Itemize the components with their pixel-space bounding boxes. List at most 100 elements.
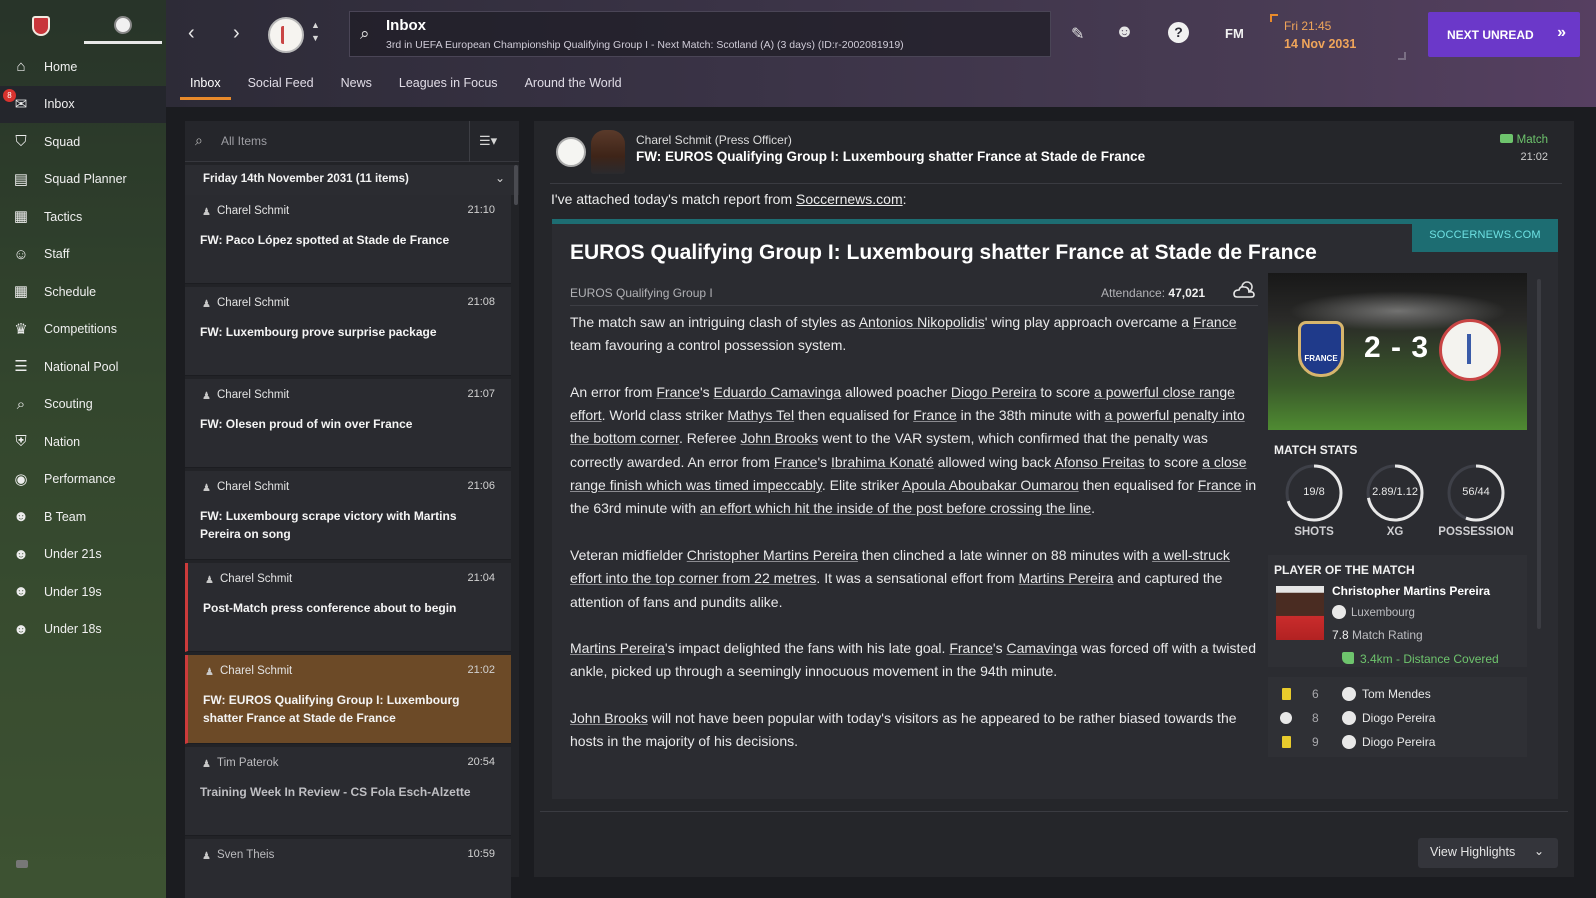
sidebar-item-under-18s[interactable]: ☻ Under 18s	[0, 611, 166, 649]
sidebar-item-nation[interactable]: ⛨ Nation	[0, 423, 166, 461]
player-link[interactable]: Christopher Martins Pereira	[687, 547, 858, 563]
tab-news[interactable]: News	[331, 72, 382, 100]
sidebar-item-under-21s[interactable]: ☻ Under 21s	[0, 536, 166, 574]
inbox-group-header[interactable]: Friday 14th November 2031 (11 items) ⌄	[185, 165, 519, 195]
highlight-link[interactable]: a well-struck effort into the top corner…	[570, 547, 1230, 586]
sidebar-item-under-19s[interactable]: ☻ Under 19s	[0, 573, 166, 611]
team-link[interactable]: France	[774, 454, 818, 470]
inbox-message[interactable]: ♟ Sven Theis 10:59	[185, 839, 511, 898]
event-player[interactable]: Diogo Pereira	[1362, 711, 1435, 725]
club-crest-icon	[1332, 605, 1346, 619]
collapse-icon[interactable]	[16, 860, 28, 868]
team-link[interactable]: France	[1198, 477, 1242, 493]
football-icon[interactable]	[114, 16, 132, 34]
team-link[interactable]: France	[1193, 314, 1237, 330]
player-link[interactable]: Martins Pereira	[570, 640, 665, 656]
highlight-link[interactable]: a powerful penalty into the bottom corne…	[570, 407, 1245, 446]
message-sender: Charel Schmit	[220, 573, 293, 585]
event-player[interactable]: Diogo Pereira	[1362, 735, 1435, 749]
referee-link[interactable]: John Brooks	[740, 430, 818, 446]
inbox-message[interactable]: ♟ Charel Schmit 21:07 FW: Olesen proud of w…	[185, 379, 511, 468]
player-portrait[interactable]	[1276, 586, 1324, 640]
manager-avatar-icon[interactable]: ☻	[1115, 21, 1134, 42]
forward-arrow-icon[interactable]: ›	[233, 22, 240, 45]
search-icon[interactable]: ⌕	[360, 24, 370, 44]
sidebar-item-staff[interactable]: ☺ Staff	[0, 236, 166, 274]
chevron-down-icon[interactable]: ⌄	[495, 171, 505, 185]
sidebar-item-tactics[interactable]: ▦ Tactics	[0, 198, 166, 236]
source-link[interactable]: Soccernews.com	[796, 191, 903, 207]
message-sender[interactable]: Charel Schmit (Press Officer)	[636, 133, 792, 147]
tab-inbox[interactable]: Inbox	[180, 72, 231, 100]
player-link[interactable]: Camavinga	[1006, 640, 1077, 656]
unread-count-badge: 8	[3, 88, 16, 102]
inbox-message[interactable]: ♟ Charel Schmit 21:06 FW: Luxembourg scrape…	[185, 471, 511, 560]
player-link[interactable]: Martins Pereira	[1018, 570, 1113, 586]
player-link[interactable]: Ibrahima Konaté	[831, 454, 934, 470]
club-badge-icon[interactable]	[32, 16, 50, 36]
highlight-link[interactable]: an effort which hit the inside of the po…	[700, 500, 1091, 516]
player-link[interactable]: Afonso Freitas	[1054, 454, 1144, 470]
sidebar-item-home[interactable]: ⌂ Home	[0, 48, 166, 86]
event-player[interactable]: Tom Mendes	[1362, 687, 1431, 701]
player-link[interactable]: Apoula Aboubakar Oumarou	[902, 477, 1079, 493]
sidebar-item-scouting[interactable]: ⌕ Scouting	[0, 386, 166, 424]
message-time: 10:59	[467, 848, 495, 860]
inbox-message[interactable]: ♟ Tim Paterok 20:54 Training Week In Review…	[185, 747, 511, 836]
fm-menu-button[interactable]: FM	[1225, 26, 1244, 41]
match-event[interactable]: 9 Diogo Pereira	[1268, 730, 1527, 754]
inbox-search-bar[interactable]: ⌕ All Items ☰▾	[185, 121, 519, 162]
tab-social-feed[interactable]: Social Feed	[238, 72, 324, 100]
player-link[interactable]: Antonios Nikopolidis	[859, 314, 985, 330]
report-scrollbar[interactable]	[1537, 279, 1541, 629]
help-icon[interactable]: ?	[1168, 22, 1189, 43]
inbox-message[interactable]: ♟ Charel Schmit 21:08 FW: Luxembourg prove …	[185, 287, 511, 376]
match-event[interactable]: 8 Diogo Pereira	[1268, 706, 1527, 730]
sidebar-item-national-pool[interactable]: ☰ National Pool	[0, 348, 166, 386]
team-link[interactable]: France	[949, 640, 993, 656]
sidebar-item-competitions[interactable]: ♛ Competitions	[0, 311, 166, 349]
message-time: 21:04	[467, 572, 495, 584]
date-display[interactable]: Fri 21:45 14 Nov 2031	[1270, 14, 1422, 60]
inbox-search-input[interactable]: All Items	[221, 134, 267, 148]
list-scrollbar[interactable]	[514, 165, 518, 205]
sidebar-item-b-team[interactable]: ☻ B Team	[0, 498, 166, 536]
message-subject: FW: Paco López spotted at Stade de Franc…	[200, 233, 450, 247]
next-unread-button[interactable]: NEXT UNREAD »	[1428, 12, 1580, 57]
inbox-message[interactable]: ♟ Charel Schmit 21:10 FW: Paco López spotte…	[185, 195, 511, 284]
potm-name[interactable]: Christopher Martins Pereira	[1332, 584, 1490, 598]
team-link[interactable]: France	[913, 407, 957, 423]
player-link[interactable]: Mathys Tel	[727, 407, 794, 423]
sidebar-item-squad[interactable]: ⛉ Squad	[0, 123, 166, 161]
report-paragraph: Martins Pereira's impact delighted the f…	[570, 640, 1256, 680]
referee-link[interactable]: John Brooks	[570, 710, 648, 726]
competition-link[interactable]: EUROS Qualifying Group I	[570, 286, 713, 300]
nation-crest-icon[interactable]	[268, 17, 304, 53]
sender-avatar[interactable]	[591, 130, 625, 174]
luxembourg-crest-icon[interactable]	[1439, 319, 1501, 381]
tab-leagues-in-focus[interactable]: Leagues in Focus	[389, 72, 508, 100]
france-crest-icon[interactable]: FRANCE	[1298, 321, 1344, 377]
report-body: The match saw an intriguing clash of sty…	[570, 311, 1260, 777]
message-subject: FW: Olesen proud of win over France	[200, 417, 413, 431]
sidebar-item-schedule[interactable]: ▦ Schedule	[0, 273, 166, 311]
team-link[interactable]: France	[656, 384, 700, 400]
sidebar-item-squad-planner[interactable]: ▤ Squad Planner	[0, 161, 166, 199]
tab-around-the-world[interactable]: Around the World	[515, 72, 632, 100]
inbox-message[interactable]: ♟ Charel Schmit 21:04 Post-Match press conf…	[185, 563, 511, 652]
view-highlights-button[interactable]: View Highlights ⌄	[1418, 838, 1558, 868]
inbox-message[interactable]: ♟ Charel Schmit 21:02 FW: EUROS Qualifying …	[185, 655, 511, 744]
player-of-the-match-card[interactable]: PLAYER OF THE MATCH Christopher Martins …	[1268, 555, 1527, 667]
player-link[interactable]: Eduardo Camavinga	[714, 384, 842, 400]
match-event[interactable]: 6 Tom Mendes	[1268, 682, 1527, 706]
sidebar-item-inbox[interactable]: ✉ 8 Inbox	[0, 85, 166, 123]
pencil-icon[interactable]: ✎	[1071, 24, 1084, 44]
report-paragraph: Veteran midfielder Christopher Martins P…	[570, 546, 1230, 610]
sidebar-item-performance[interactable]: ◉ Performance	[0, 461, 166, 499]
filter-menu-icon[interactable]: ☰▾	[479, 133, 497, 149]
back-arrow-icon[interactable]: ‹	[188, 22, 195, 45]
list-icon: ☰	[14, 358, 28, 375]
player-link[interactable]: Diogo Pereira	[951, 384, 1037, 400]
crest-switch-icon[interactable]: ▲ ▼	[311, 19, 320, 45]
scorecard[interactable]: FRANCE 2 - 3	[1268, 273, 1527, 430]
